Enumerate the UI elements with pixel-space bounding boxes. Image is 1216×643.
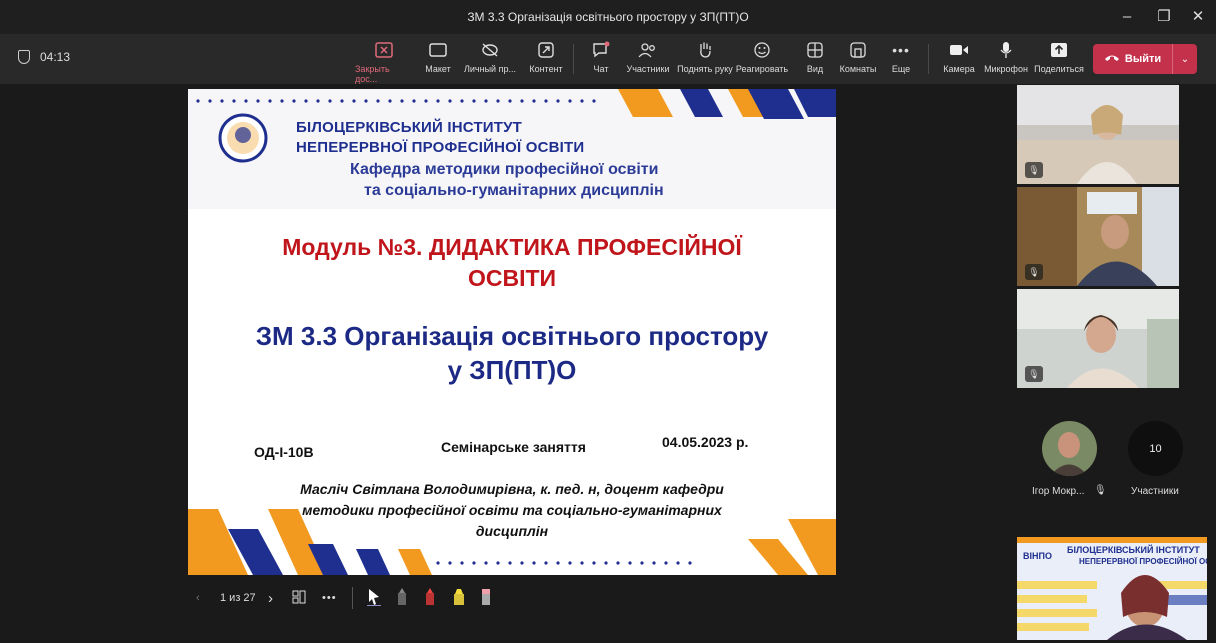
shield-icon <box>18 50 30 64</box>
rooms-icon <box>850 39 866 61</box>
react-icon <box>753 39 771 61</box>
slide-controls: ‹ 1 из 27 › ••• <box>196 583 509 613</box>
leave-button[interactable]: Выйти ⌄ <box>1093 44 1197 74</box>
layout-icon <box>429 39 447 61</box>
view-icon <box>807 39 823 61</box>
private-view-icon <box>481 39 499 61</box>
more-icon: ••• <box>892 42 910 58</box>
highlighter-yellow-icon[interactable] <box>453 588 481 609</box>
institute-logo-icon <box>218 113 268 163</box>
minimize-button[interactable]: – <box>1113 6 1141 28</box>
raise-hand-icon <box>697 39 713 61</box>
leave-main[interactable]: Выйти <box>1093 44 1172 74</box>
toolbar-divider <box>928 44 929 74</box>
topic-title-line1: ЗМ 3.3 Організація освітнього простору <box>255 321 769 351</box>
chevron-right-icon[interactable]: › <box>268 590 292 607</box>
pen-red-icon[interactable] <box>425 587 453 609</box>
camera-icon <box>949 39 969 61</box>
participants-icon <box>638 39 658 61</box>
pen-dark-icon[interactable] <box>397 587 425 609</box>
chat-icon <box>591 39 611 61</box>
thumbnail-line1: БІЛОЦЕРКІВСЬКИЙ ІНСТИТУТ <box>1067 545 1200 555</box>
mic-off-icon: 🎙 <box>1094 485 1107 496</box>
chevron-down-icon[interactable]: ⌄ <box>1172 44 1197 74</box>
participants-button[interactable]: Участники <box>626 39 670 74</box>
thumbnail-line2: НЕПЕРЕРВНОЇ ПРОФЕСІЙНОЇ ОСВІТИ <box>1079 557 1207 566</box>
layout-button[interactable]: Макет <box>421 39 455 74</box>
more-button[interactable]: ••• Еще <box>889 39 913 74</box>
pointer-icon[interactable] <box>367 588 397 609</box>
react-button[interactable]: Реагировать <box>736 39 788 74</box>
microphone-icon <box>999 39 1013 61</box>
participant-count-label: Участники <box>1131 486 1179 497</box>
title-bar: ЗМ 3.3 Організація освітнього простору у… <box>0 0 1216 34</box>
lesson-type: Семінарське заняття <box>441 439 586 455</box>
mic-off-icon: 🎙 <box>1025 366 1043 382</box>
maximize-button[interactable]: ❐ <box>1150 6 1178 28</box>
eraser-icon[interactable] <box>481 588 509 609</box>
institute-name-line2: НЕПЕРЕРВНОЇ ПРОФЕСІЙНОЇ ОСВІТИ <box>296 139 585 156</box>
mic-off-icon: 🎙 <box>1025 162 1043 178</box>
shared-slide: БІЛОЦЕРКІВСЬКИЙ ІНСТИТУТ НЕПЕРЕРВНОЇ ПРО… <box>188 89 836 575</box>
author-line1: Масліч Світлана Володимирівна, к. пед. н… <box>300 481 724 497</box>
presenter-thumbnail[interactable]: ВІНПО БІЛОЦЕРКІВСЬКИЙ ІНСТИТУТ НЕПЕРЕРВН… <box>1017 537 1207 640</box>
video-tile[interactable]: 🎙 <box>1017 289 1179 388</box>
meeting-timer: 04:13 <box>18 50 70 64</box>
leave-label: Выйти <box>1124 53 1162 65</box>
chat-button[interactable]: Чат <box>588 39 614 74</box>
video-tile[interactable]: 🎙 <box>1017 85 1179 184</box>
chevron-left-icon[interactable]: ‹ <box>196 592 220 604</box>
meeting-stage: БІЛОЦЕРКІВСЬКИЙ ІНСТИТУТ НЕПЕРЕРВНОЇ ПРО… <box>0 84 1216 643</box>
mic-off-icon: 🎙 <box>1025 264 1043 280</box>
phone-hangup-icon <box>1104 53 1120 66</box>
raise-hand-button[interactable]: Поднять руку <box>677 39 733 74</box>
page-indicator: 1 из 27 <box>220 592 256 604</box>
stop-sharing-button[interactable]: Закрыть дос... <box>355 39 413 84</box>
share-button[interactable]: Поделиться <box>1034 39 1084 74</box>
content-icon <box>538 39 554 61</box>
author-line3: дисциплін <box>475 523 549 539</box>
meeting-toolbar: 04:13 Закрыть дос... Макет Личный пр... … <box>0 34 1216 84</box>
private-view-button[interactable]: Личный пр... <box>462 39 518 74</box>
close-share-icon <box>375 39 393 61</box>
toolbar-divider <box>573 44 574 74</box>
participant-name: Ігор Мокр... <box>1032 486 1085 497</box>
controls-divider <box>352 587 353 609</box>
module-title-line1: Модуль №3. ДИДАКТИКА ПРОФЕСІЙНОЇ <box>282 234 742 260</box>
lesson-date: 04.05.2023 р. <box>662 434 749 450</box>
author-line2: методики професійної освіти та соціально… <box>302 502 722 518</box>
department-line1: Кафедра методики професійної освіти <box>350 161 659 178</box>
view-button[interactable]: Вид <box>803 39 827 74</box>
institute-name-line1: БІЛОЦЕРКІВСЬКИЙ ІНСТИТУТ <box>296 119 523 136</box>
module-title-line2: ОСВІТИ <box>467 265 557 291</box>
microphone-button[interactable]: Микрофон <box>984 39 1028 74</box>
content-button[interactable]: Контент <box>526 39 566 74</box>
share-icon <box>1050 39 1068 61</box>
avatar[interactable] <box>1042 421 1097 476</box>
window-title: ЗМ 3.3 Організація освітнього простору у… <box>467 10 749 24</box>
department-line2: та соціально-гуманітарних дисциплін <box>364 182 664 199</box>
video-tile[interactable]: 🎙 <box>1017 187 1179 286</box>
rooms-button[interactable]: Комнаты <box>838 39 878 74</box>
group-code: ОД-І-10В <box>254 444 314 460</box>
thumbnails-icon[interactable] <box>292 590 322 607</box>
close-window-button[interactable]: ✕ <box>1184 6 1212 28</box>
participant-count[interactable]: 10 <box>1128 421 1183 476</box>
more-icon[interactable]: ••• <box>322 592 352 604</box>
thumbnail-logo: ВІНПО <box>1023 551 1052 561</box>
topic-title-line2: у ЗП(ПТ)О <box>447 355 577 385</box>
camera-button[interactable]: Камера <box>941 39 977 74</box>
timer-text: 04:13 <box>40 50 71 64</box>
participant-avatar-image <box>1042 421 1097 476</box>
